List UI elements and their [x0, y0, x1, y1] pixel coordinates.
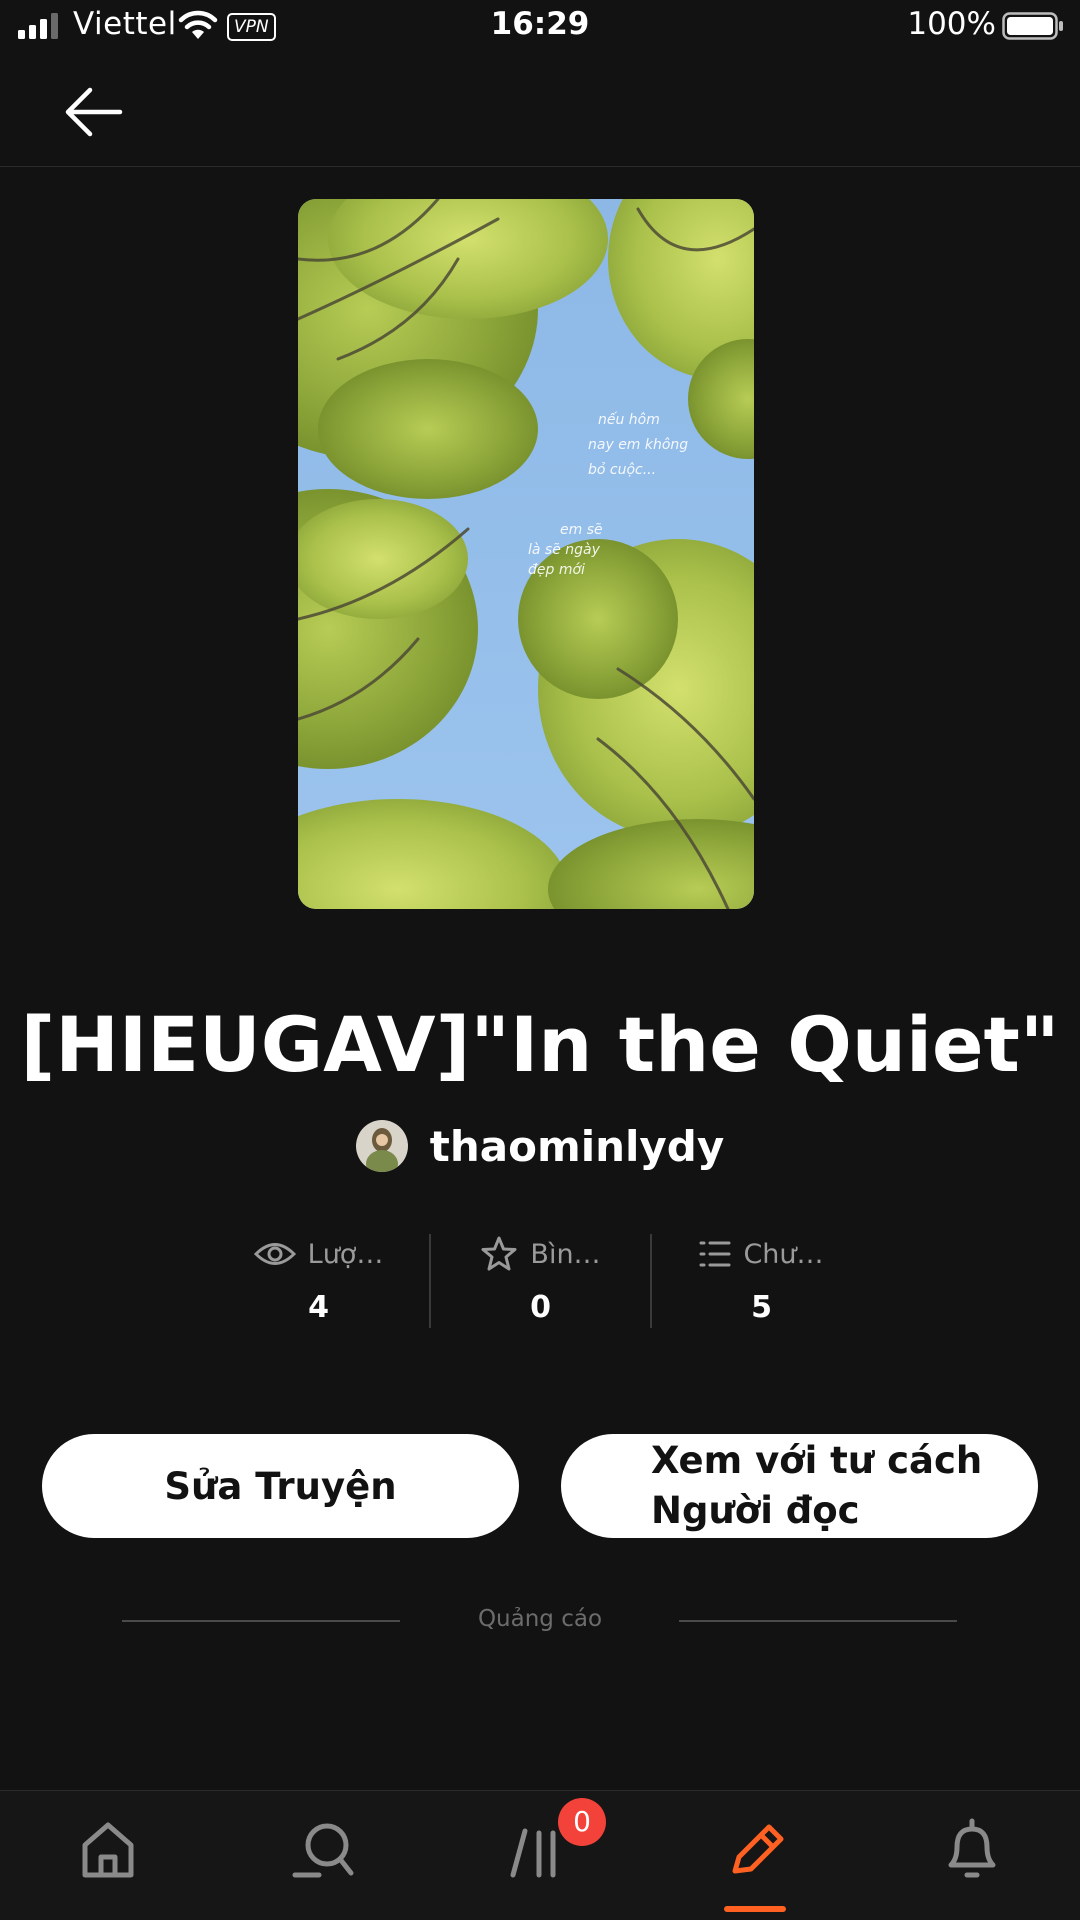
stat-reads: Lượ… 4: [208, 1232, 429, 1332]
cover-artwork: nếu hôm nay em không bỏ cuộc... em sẽ là…: [298, 199, 754, 909]
cover-caption-line: nay em không: [588, 437, 688, 453]
nav-home[interactable]: [73, 1815, 143, 1885]
top-navigation-bar: [0, 54, 1080, 167]
search-icon: [292, 1823, 354, 1878]
ad-separator: Quảng cáo: [0, 1606, 1080, 1636]
edit-story-label: Sửa Truyện: [164, 1464, 397, 1508]
stat-votes: Bìn… 0: [430, 1232, 651, 1332]
stat-votes-label: Bìn…: [530, 1238, 601, 1270]
view-as-reader-label-line2: Người đọc: [651, 1489, 860, 1532]
cover-caption-line: bỏ cuộc...: [588, 462, 656, 478]
battery-percentage: 100%: [907, 6, 996, 42]
cover-caption-line: là sẽ ngày: [528, 542, 601, 558]
edit-story-button[interactable]: Sửa Truyện: [42, 1434, 519, 1538]
bell-icon: [948, 1818, 996, 1878]
stat-reads-value: 4: [308, 1290, 329, 1325]
status-bar: Viettel VPN 16:29 100%: [0, 0, 1080, 54]
active-tab-indicator: [724, 1906, 786, 1912]
list-icon: [699, 1241, 731, 1267]
stat-reads-label: Lượ…: [307, 1238, 384, 1270]
bottom-navigation-bar: [0, 1790, 1080, 1920]
cover-caption-line: nếu hôm: [598, 411, 660, 428]
stat-chapters: Chư… 5: [651, 1232, 872, 1332]
story-details-screen: Viettel VPN 16:29 100% nếu hôm nay em kh…: [0, 0, 1080, 1920]
eye-icon: [253, 1243, 296, 1265]
story-cover-image[interactable]: nếu hôm nay em không bỏ cuộc... em sẽ là…: [298, 199, 754, 909]
view-as-reader-button[interactable]: Xem với tư cách Người đọc: [561, 1434, 1038, 1538]
author-row[interactable]: thaominlydy: [0, 1120, 1080, 1172]
back-button[interactable]: [60, 84, 126, 140]
pencil-icon: [732, 1824, 784, 1874]
story-title: [HIEUGAV]"In the Quiet": [20, 1000, 1060, 1089]
nav-write[interactable]: [721, 1815, 791, 1885]
stat-chapters-label: Chư…: [743, 1238, 824, 1270]
library-notification-badge: 0: [558, 1798, 606, 1846]
avatar-image: [355, 1120, 408, 1172]
cover-caption-line: em sẽ: [560, 522, 603, 538]
back-arrow-icon: [65, 87, 123, 137]
author-avatar[interactable]: [355, 1120, 408, 1172]
battery-icon: [1002, 12, 1063, 40]
stat-votes-value: 0: [530, 1290, 551, 1325]
home-icon: [82, 1822, 134, 1878]
author-username[interactable]: thaominlydy: [430, 1122, 724, 1171]
story-stats: Lượ… 4 Bìn… 0 Chư… 5: [208, 1232, 872, 1332]
star-icon: [481, 1236, 517, 1271]
cover-caption-line: đẹp mới: [528, 562, 585, 578]
stat-chapters-value: 5: [751, 1290, 772, 1325]
divider-line: [679, 1620, 957, 1622]
ad-label: Quảng cáo: [477, 1606, 603, 1632]
nav-search[interactable]: [289, 1815, 359, 1885]
view-as-reader-label-line1: Xem với tư cách: [651, 1439, 983, 1482]
nav-notifications[interactable]: [937, 1815, 1007, 1885]
